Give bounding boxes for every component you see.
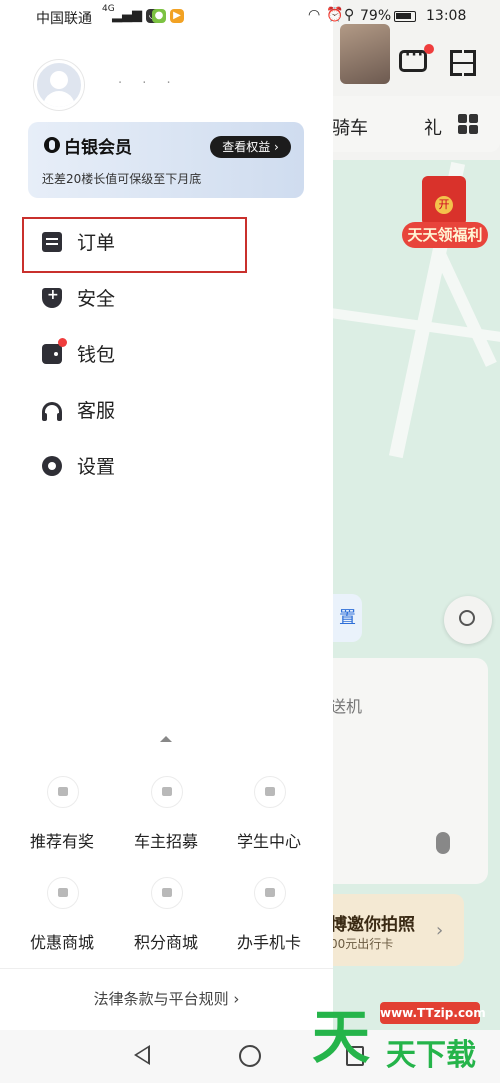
wallet-icon: [42, 344, 62, 364]
chevron-right-icon: ›: [436, 920, 444, 941]
collapse-arrow-icon[interactable]: [160, 736, 172, 742]
menu-label: 安全: [77, 288, 116, 310]
message-icon[interactable]: [399, 47, 427, 72]
driver-icon: [151, 776, 183, 808]
membership-logo-icon: [44, 137, 60, 153]
scan-icon[interactable]: [450, 50, 476, 76]
cart-icon: [151, 877, 183, 909]
bg-card-text: 送机: [330, 697, 363, 716]
coupon-icon: [47, 877, 79, 909]
apps-grid-icon[interactable]: [458, 114, 478, 134]
alarm-icon: ⏰: [326, 7, 344, 23]
menu-label: 客服: [77, 400, 116, 422]
sim-card-icon: [254, 877, 286, 909]
locate-icon[interactable]: [444, 596, 492, 644]
service-student-center[interactable]: 学生中心: [214, 776, 324, 866]
membership-title: 白银会员: [64, 138, 132, 158]
bg-banner-title: 博邀你拍照: [330, 915, 415, 935]
message-badge: [424, 44, 434, 54]
microphone-icon[interactable]: [436, 832, 450, 854]
service-label: 车主招募: [133, 832, 198, 851]
service-coupon-mall[interactable]: 优惠商城: [7, 877, 117, 967]
view-benefits-button[interactable]: 查看权益 ›: [210, 136, 291, 158]
wallet-notification-dot: [58, 338, 67, 347]
watermark-logo: 天: [312, 1003, 371, 1071]
watermark-text: 天下载: [386, 1038, 476, 1073]
service-referral[interactable]: 推荐有奖: [7, 776, 117, 866]
menu-item-settings[interactable]: 设置: [28, 446, 298, 486]
service-label: 积分商城: [133, 933, 198, 952]
status-bar: 中国联通 4G ▂▄▆ ◡ ● ▶ ◠ ⏰ ⚲ 79% 13:08: [0, 0, 500, 34]
menu-item-security[interactable]: 安全: [28, 278, 298, 318]
service-driver-recruit[interactable]: 车主招募: [111, 776, 221, 866]
app-notification-icon: ●: [152, 9, 166, 23]
watermark-url: www.TTzip.com: [380, 1002, 486, 1024]
service-points-mall[interactable]: 积分商城: [111, 877, 221, 967]
location-icon: ⚲: [344, 7, 355, 23]
gift-icon: [47, 776, 79, 808]
signal-icon: ▂▄▆: [112, 8, 142, 23]
home-icon[interactable]: [239, 1045, 261, 1067]
battery-icon: [394, 11, 416, 22]
service-label: 学生中心: [236, 832, 301, 851]
shield-icon: [42, 287, 62, 308]
back-icon[interactable]: [134, 1045, 150, 1065]
red-packet-promo[interactable]: 开 天天领福利: [402, 176, 488, 252]
menu-item-customer-service[interactable]: 客服: [28, 390, 298, 430]
service-sim-card[interactable]: 办手机卡: [214, 877, 324, 967]
headset-status-icon: ◠: [308, 7, 321, 23]
tab-gift-partial[interactable]: 礼: [424, 114, 442, 140]
service-label: 优惠商城: [29, 933, 94, 952]
menu-item-wallet[interactable]: 钱包: [28, 334, 298, 374]
clock: 13:08: [426, 8, 467, 24]
battery-percent: 79%: [360, 8, 392, 24]
tab-cycling[interactable]: 骑车: [332, 114, 368, 140]
menu-label: 钱包: [77, 344, 116, 366]
headset-icon: [42, 402, 62, 421]
user-name[interactable]: · · ·: [118, 76, 179, 91]
bg-destination-card[interactable]: [318, 658, 488, 884]
red-packet-badge: 开: [435, 196, 453, 214]
app-notification-icon: ▶: [170, 9, 184, 23]
legal-terms-link[interactable]: 法律条款与平台规则 ›: [0, 988, 333, 1009]
service-label: 推荐有奖: [29, 832, 94, 851]
service-label: 办手机卡: [236, 933, 301, 952]
user-avatar[interactable]: [34, 60, 84, 110]
gear-icon: [42, 456, 62, 476]
divider: [0, 968, 333, 969]
highlight-box: [22, 217, 247, 273]
bg-banner-subtitle: 00元出行卡: [330, 937, 394, 951]
red-packet-label: 天天领福利: [402, 222, 488, 248]
membership-subtitle: 还差20楼长值可保级至下月底: [42, 172, 202, 186]
menu-label: 设置: [77, 456, 116, 478]
graduation-icon: [254, 776, 286, 808]
carrier-name: 中国联通: [36, 11, 92, 27]
